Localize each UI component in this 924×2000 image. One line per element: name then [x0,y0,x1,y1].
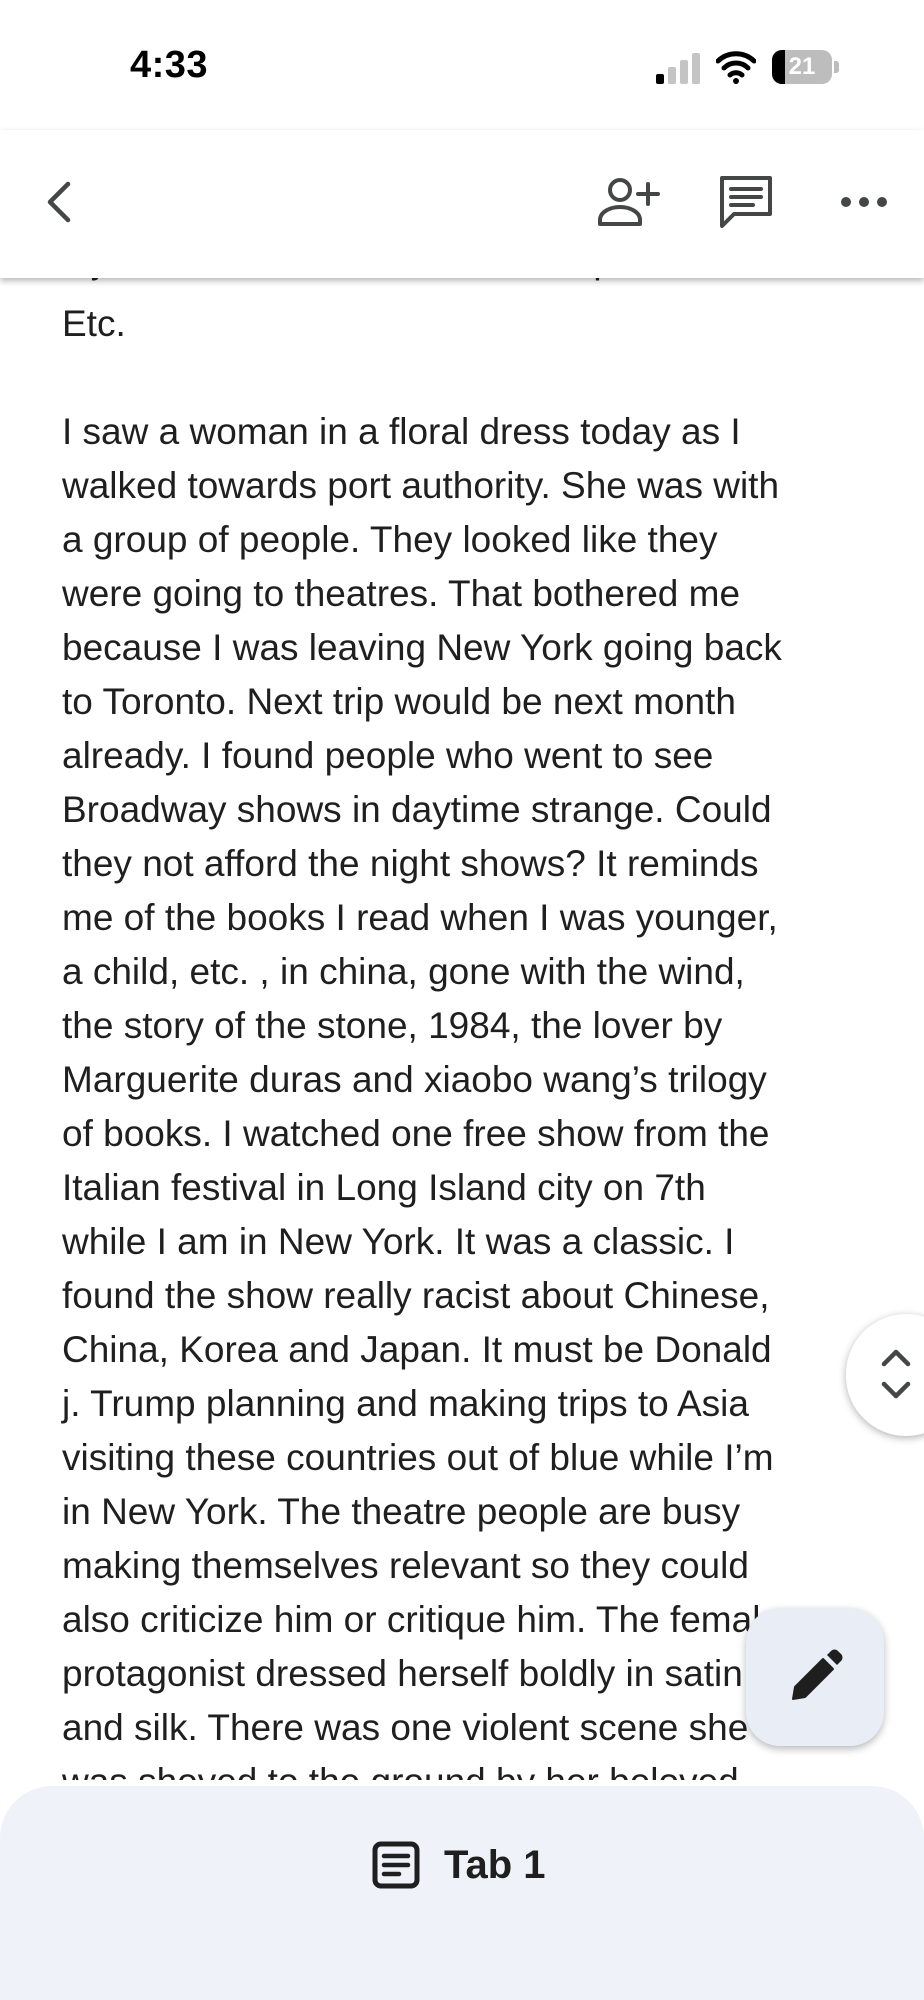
paragraph-line: found the show really racist about Chine… [62,1275,770,1316]
paragraph-line: in New York. The theatre people are busy [62,1491,741,1532]
app-toolbar [0,130,924,278]
paragraph-line: because I was leaving New York going bac… [62,627,782,668]
status-bar: 4:33 21 [0,0,924,130]
paragraph-line: Marguerite duras and xiaobo wang’s trilo… [62,1059,767,1100]
paragraph-line: to Toronto. Next trip would be next mont… [62,681,736,722]
document-icon [372,1841,420,1889]
paragraph-line: were going to theatres. That bothered me [62,573,741,614]
wifi-icon [716,51,756,84]
paragraph-line: a group of people. They looked like they [62,519,718,560]
paragraph-line: of books. I watched one free show from t… [62,1113,770,1154]
paragraph-line: visiting these countries out of blue whi… [62,1437,774,1478]
battery-level: 21 [788,53,816,80]
comment-icon [720,176,772,228]
tab-1[interactable]: Tab 1 [370,1832,546,1898]
add-person-icon [598,178,660,226]
more-icon [841,197,887,207]
paragraph-line: a child, etc. , in china, gone with the … [62,951,745,992]
paragraph-line: me of the books I read when I was younge… [62,897,778,938]
paragraph-line: walked towards port authority. She was w… [62,465,780,506]
more-options-button[interactable] [822,160,906,244]
tab-bar: Tab 1 [0,1786,924,2000]
battery-tip [834,61,839,73]
paragraph-line: already. I found people who went to see [62,735,714,776]
pencil-icon [792,1649,843,1700]
comments-button[interactable] [704,160,788,244]
battery-body: 21 [772,50,832,84]
paragraph-line: Italian festival in Long Island city on … [62,1167,706,1208]
status-time: 4:33 [130,44,209,86]
scroll-handle-chevrons [881,1349,911,1399]
paragraph-line: I saw a woman in a floral dress today as… [62,411,741,452]
back-icon [47,181,71,223]
tab-label: Tab 1 [444,1842,546,1887]
signal-icon [656,53,700,84]
share-button[interactable] [586,160,670,244]
document-paragraph: I saw a woman in a floral dress today as… [62,405,882,1780]
paragraph-line: j. Trump planning and making trips to As… [62,1383,749,1424]
paragraph-line: China, Korea and Japan. It must be Donal… [62,1329,772,1370]
paragraph-line: they not afford the night shows? It remi… [62,843,759,884]
chevron-up-icon [881,1349,911,1367]
battery-icon: 21 [772,50,840,84]
chevron-down-icon [881,1381,911,1399]
screen: a job on the market? That’s the question… [0,0,924,2000]
paragraph-line: Broadway shows in daytime strange. Could [62,789,772,830]
paragraph-line: making themselves relevant so they could [62,1545,749,1586]
paragraph-line: while I am in New York. It was a classic… [62,1221,735,1262]
document-line-etc: Etc. [62,303,126,344]
back-button[interactable] [18,160,102,244]
paragraph-line: was shoved to the ground by her beloved [62,1755,882,1780]
paragraph-line: the story of the stone, 1984, the lover … [62,1005,723,1046]
edit-button[interactable] [746,1608,884,1746]
